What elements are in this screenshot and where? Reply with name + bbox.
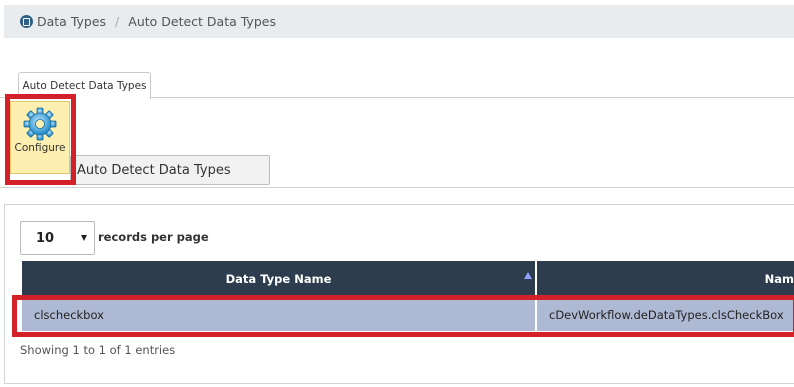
configure-label: Configure <box>14 142 66 154</box>
records-per-page-label: records per page <box>98 230 209 244</box>
column-header-data-type-name[interactable]: Data Type Name <box>22 261 537 296</box>
ribbon-section-label: Auto Detect Data Types <box>70 155 270 185</box>
page-size-value: 10 <box>36 230 55 246</box>
breadcrumb-root[interactable]: Data Types <box>37 14 106 29</box>
breadcrumb-current: Auto Detect Data Types <box>128 14 276 29</box>
chevron-down-icon <box>81 235 87 241</box>
row-highlight <box>12 295 794 337</box>
data-types-icon <box>20 15 33 28</box>
gear-icon <box>23 107 57 141</box>
column-header-name[interactable]: Nam <box>539 261 794 296</box>
table-header: Data Type Name Nam <box>22 261 794 296</box>
breadcrumb-separator: / <box>115 14 120 29</box>
configure-button[interactable]: Configure <box>10 101 70 174</box>
page-size-select[interactable]: 10 <box>20 221 95 255</box>
breadcrumb: Data Types / Auto Detect Data Types <box>4 5 794 38</box>
table-info: Showing 1 to 1 of 1 entries <box>20 343 176 357</box>
sort-ascending-icon[interactable] <box>524 272 532 279</box>
